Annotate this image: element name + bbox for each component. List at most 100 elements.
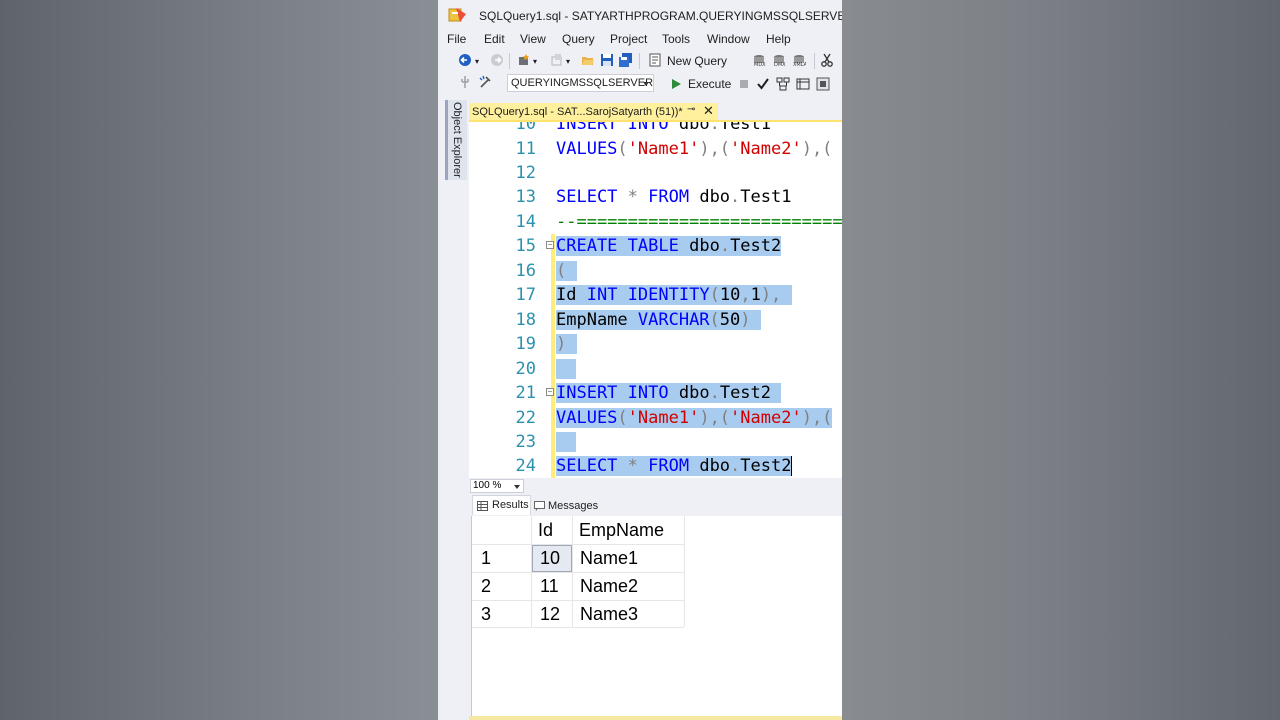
code-line-17: 17 Id INT IDENTITY(10,1),: [469, 283, 842, 307]
tab-results-label: Results: [492, 499, 529, 511]
new-query-icon[interactable]: [648, 53, 662, 67]
results-to-grid-icon[interactable]: [816, 77, 830, 91]
svg-text:DMX: DMX: [774, 62, 786, 67]
code-line-11: 11 VALUES('Name1'),('Name2'),(: [469, 137, 842, 161]
back-dropdown-icon[interactable]: ▾: [475, 57, 479, 66]
code-text: SELECT * FROM dbo.Test1: [556, 187, 792, 207]
change-connection-icon[interactable]: [478, 75, 492, 89]
menu-query[interactable]: Query: [562, 32, 595, 46]
code-line-22: 22 VALUES('Name1'),('Name2'),(: [469, 406, 842, 430]
line-number: 12: [515, 163, 536, 183]
code-text: VALUES('Name1'),('Name2'),(: [556, 139, 833, 159]
menu-tools[interactable]: Tools: [662, 32, 690, 46]
menu-help[interactable]: Help: [766, 32, 791, 46]
line-number: 19: [515, 334, 536, 354]
code-text: [556, 359, 577, 379]
zoom-value: 100 %: [473, 480, 502, 491]
code-line-24: 24 SELECT * FROM dbo.Test2: [469, 454, 842, 478]
zoom-dropdown[interactable]: 100 %: [470, 479, 524, 493]
parse-checkmark-icon[interactable]: [756, 77, 770, 91]
grid-line: [472, 600, 684, 601]
cell-empname[interactable]: Name2: [574, 576, 638, 597]
code-line-12: 12: [469, 161, 842, 185]
new-project-dropdown-icon[interactable]: ▾: [533, 57, 537, 66]
back-icon[interactable]: [458, 53, 472, 67]
save-icon[interactable]: [600, 53, 614, 67]
results-to-text-icon[interactable]: [796, 77, 810, 91]
menu-view[interactable]: View: [520, 32, 546, 46]
chevron-down-icon: [643, 82, 649, 86]
line-number: 21: [515, 383, 536, 403]
menu-window[interactable]: Window: [707, 32, 750, 46]
ssms-app-icon: [448, 8, 466, 22]
tab-results[interactable]: Results: [472, 495, 531, 515]
line-number: 20: [515, 359, 536, 379]
tab-messages-label: Messages: [548, 500, 599, 512]
tab-sqlquery1[interactable]: SQLQuery1.sql - SAT...SarojSatyarth (51)…: [469, 103, 718, 121]
collapse-icon[interactable]: −: [546, 388, 554, 396]
code-line-18: 18 EmpName VARCHAR(50): [469, 308, 842, 332]
menu-file[interactable]: File: [447, 32, 466, 46]
cell-empname[interactable]: Name1: [574, 548, 638, 569]
pin-icon[interactable]: ⊸: [687, 104, 695, 115]
cell-empname[interactable]: Name3: [574, 604, 638, 625]
add-item-dropdown-icon[interactable]: ▾: [566, 57, 570, 66]
results-tabbar: Results Messages: [469, 494, 842, 516]
row-number: 3: [481, 604, 492, 624]
cut-icon[interactable]: [820, 53, 834, 67]
column-header-id[interactable]: Id: [532, 520, 553, 541]
open-file-icon[interactable]: [581, 53, 595, 67]
estimated-plan-icon[interactable]: [776, 77, 790, 91]
results-grid[interactable]: Id EmpName 1 10 Name1 2 11 Name2 3 12 Na…: [471, 516, 842, 716]
column-header-empname[interactable]: EmpName: [573, 520, 664, 541]
execute-button[interactable]: Execute: [688, 77, 731, 91]
close-icon[interactable]: ✕: [703, 103, 714, 119]
code-line-13: 13 SELECT * FROM dbo.Test1: [469, 185, 842, 209]
menu-project[interactable]: Project: [610, 32, 647, 46]
code-text: SELECT * FROM dbo.Test2: [556, 456, 793, 476]
code-line-14: 14 --==========================: [469, 210, 842, 234]
code-editor[interactable]: 10 INSERT INTO dbo.Test1 11 VALUES('Name…: [469, 122, 842, 478]
line-number: 24: [515, 456, 536, 476]
cell-id[interactable]: 11: [534, 576, 559, 597]
code-text: ): [556, 334, 577, 354]
toolbar-separator: [639, 53, 640, 69]
code-line-10: 10 INSERT INTO dbo.Test1: [469, 122, 842, 136]
menu-edit[interactable]: Edit: [484, 32, 505, 46]
line-number: 15: [515, 236, 536, 256]
dmx-query-icon[interactable]: DMX: [772, 53, 786, 67]
window-title: SQLQuery1.sql - SATYARTHPROGRAM.QUERYING…: [479, 9, 842, 23]
forward-icon[interactable]: [490, 53, 504, 67]
object-explorer-label: Object Explorer: [451, 102, 463, 178]
save-all-icon[interactable]: [619, 53, 633, 67]
line-number: 13: [515, 187, 536, 207]
new-project-icon[interactable]: [517, 53, 531, 67]
execute-icon[interactable]: [669, 77, 683, 91]
tab-messages[interactable]: Messages: [532, 495, 604, 515]
code-text: Id INT IDENTITY(10,1),: [556, 285, 792, 305]
cell-id[interactable]: 12: [534, 604, 560, 625]
code-line-19: 19 ): [469, 332, 842, 356]
code-text: CREATE TABLE dbo.Test2: [556, 236, 782, 256]
stop-icon[interactable]: [737, 77, 751, 91]
collapse-icon[interactable]: −: [546, 241, 554, 249]
line-number: 16: [515, 261, 536, 281]
message-icon: [534, 501, 545, 511]
grid-icon: [477, 501, 488, 511]
object-explorer-tab-label-wrap: Object Explorer: [447, 100, 467, 180]
new-query-button[interactable]: New Query: [667, 54, 727, 68]
toolbar-separator: [509, 53, 510, 69]
xmla-query-icon[interactable]: XMLA: [792, 53, 806, 67]
svg-text:XMLA: XMLA: [793, 62, 806, 67]
server-dropdown[interactable]: QUERYINGMSSQLSERVER: [507, 74, 654, 92]
add-item-icon[interactable]: [550, 53, 564, 67]
cell-id[interactable]: 10: [534, 548, 560, 569]
grid-line: [472, 544, 684, 545]
connect-icon[interactable]: [458, 75, 472, 89]
zoom-bar: 100 %: [469, 478, 842, 494]
grid-line: [472, 627, 684, 628]
grid-line: [472, 572, 684, 573]
line-number: 22: [515, 408, 536, 428]
mdx-query-icon[interactable]: MDX: [752, 53, 766, 67]
sql-editor-toolbar: QUERYINGMSSQLSERVER Execute: [438, 72, 842, 96]
